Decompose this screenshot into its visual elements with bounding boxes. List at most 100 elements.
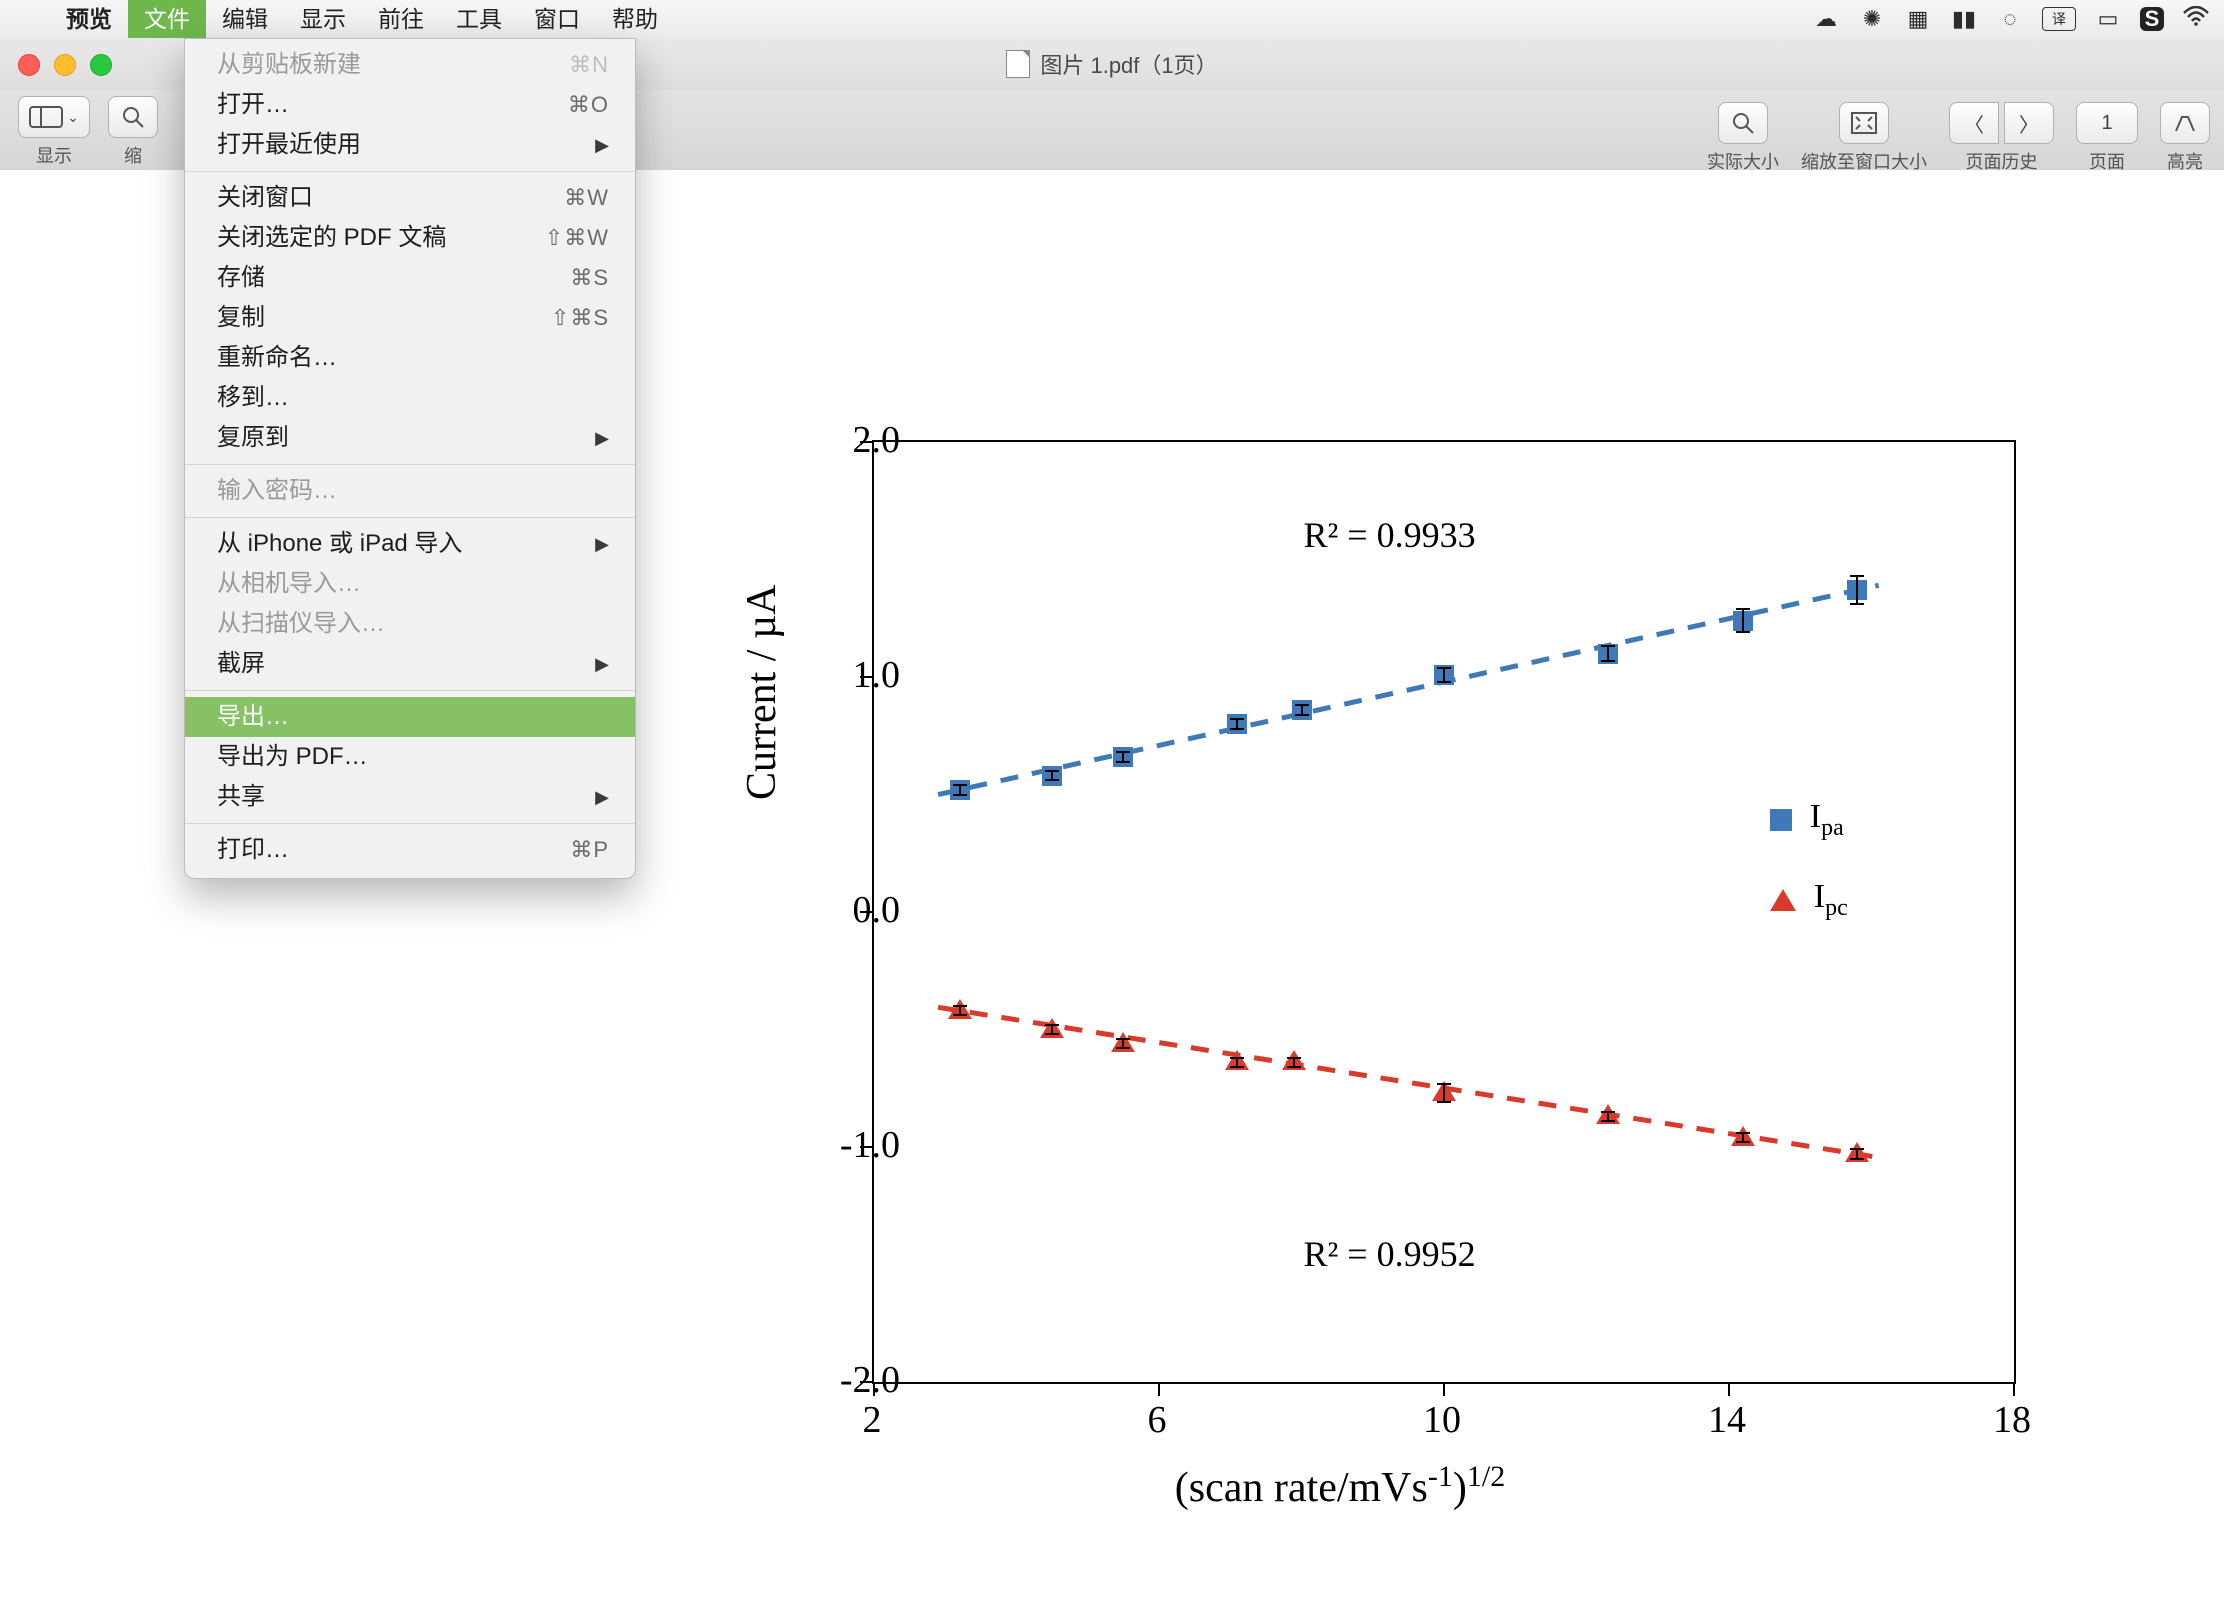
battery-icon[interactable]: ▭	[2094, 6, 2122, 32]
menu-item-label: 存储	[217, 261, 265, 295]
menu-separator	[185, 690, 635, 691]
menu-separator	[185, 517, 635, 518]
menu-item-shortcut: ⌘O	[568, 88, 609, 122]
chart-y-axis-label: Current / µA	[738, 585, 786, 801]
window-title-text: 图片 1.pdf（1页）	[1040, 48, 1217, 80]
chart-error-cap	[1287, 1057, 1301, 1059]
chart-error-cap	[1230, 1066, 1244, 1068]
wechat-icon[interactable]: ✺	[1858, 6, 1886, 32]
wifi-icon[interactable]	[2182, 6, 2210, 32]
file-menu-dropdown: 从剪贴板新建⌘N打开…⌘O打开最近使用▶关闭窗口⌘W关闭选定的 PDF 文稿⇧⌘…	[184, 38, 636, 879]
menu-item[interactable]: 关闭选定的 PDF 文稿⇧⌘W	[185, 218, 635, 258]
menu-item[interactable]: 导出为 PDF…	[185, 737, 635, 777]
chart-error-bar	[1742, 609, 1744, 633]
toolbar-fit-group: 缩放至窗口大小	[1801, 96, 1927, 174]
fit-window-button[interactable]	[1839, 102, 1889, 144]
menu-item-label: 打开最近使用	[217, 128, 361, 162]
toolbar-actual-size-group: 实际大小	[1707, 96, 1779, 174]
menu-item[interactable]: 关闭窗口⌘W	[185, 178, 635, 218]
chart-legend-item: Ipa	[1770, 798, 1844, 842]
sync-icon[interactable]: ◌	[1996, 6, 2024, 32]
chart-error-cap	[1736, 1132, 1750, 1134]
menu-item: 从扫描仪导入…	[185, 604, 635, 644]
menu-item[interactable]: 从 iPhone 或 iPad 导入▶	[185, 524, 635, 564]
menu-item[interactable]: 重新命名…	[185, 338, 635, 378]
page-back-button[interactable]: 〈	[1949, 102, 1999, 144]
menu-item[interactable]: 复原到▶	[185, 418, 635, 458]
chart-legend-label: Ipc	[1814, 878, 1848, 922]
menu-item-label: 从 iPhone 或 iPad 导入	[217, 527, 462, 561]
chart-error-cap	[1230, 1057, 1244, 1059]
menu-item[interactable]: 打开…⌘O	[185, 85, 635, 125]
menu-item[interactable]: 存储⌘S	[185, 258, 635, 298]
menu-item-shortcut: ⌘N	[569, 48, 609, 82]
chart-error-cap	[953, 1005, 967, 1007]
toolbar-highlight-group: 高亮	[2160, 96, 2210, 174]
menu-tools[interactable]: 工具	[440, 0, 518, 38]
menu-go[interactable]: 前往	[362, 0, 440, 38]
s-icon[interactable]: S	[2140, 7, 2164, 31]
chart-error-cap	[953, 784, 967, 786]
menu-edit[interactable]: 编辑	[206, 0, 284, 38]
menu-item: 输入密码…	[185, 471, 635, 511]
chart-error-cap	[1045, 770, 1059, 772]
chart-y-tick-label: 2.0	[780, 418, 900, 462]
chart-error-cap	[1230, 718, 1244, 720]
menu-view[interactable]: 显示	[284, 0, 362, 38]
toolbar-page-group: 1 页面	[2076, 96, 2138, 174]
menu-file[interactable]: 文件	[128, 0, 206, 38]
chart-x-tick	[2013, 1382, 2015, 1396]
toolbar-zoom-group: 缩	[108, 90, 158, 168]
sidebar-toggle-button[interactable]: ⌄	[18, 96, 90, 138]
page-forward-button[interactable]: 〉	[2004, 102, 2054, 144]
menu-item[interactable]: 导出…	[185, 697, 635, 737]
chart-error-cap	[1601, 645, 1615, 647]
chart-error-cap	[1116, 1047, 1130, 1049]
submenu-arrow-icon: ▶	[595, 421, 609, 455]
chart-x-tick	[1443, 1382, 1445, 1396]
toolbar-sidebar-group: ⌄ 显示	[18, 90, 90, 168]
chart-error-cap	[1736, 631, 1750, 633]
chart-error-cap	[1437, 681, 1451, 683]
menu-item-shortcut: ⇧⌘W	[545, 221, 609, 255]
chart-error-cap	[1045, 1033, 1059, 1035]
chart-error-cap	[1116, 751, 1130, 753]
menu-item[interactable]: 截屏▶	[185, 644, 635, 684]
page-number-field[interactable]: 1	[2076, 102, 2138, 144]
highlight-button[interactable]	[2160, 102, 2210, 144]
menu-item[interactable]: 共享▶	[185, 777, 635, 817]
chart-error-cap	[953, 794, 967, 796]
cloud-icon[interactable]: ☁︎	[1812, 6, 1840, 32]
chart-error-cap	[1045, 779, 1059, 781]
menu-item: 从剪贴板新建⌘N	[185, 45, 635, 85]
chart-error-cap	[1601, 1111, 1615, 1113]
menu-item-label: 导出…	[217, 700, 289, 734]
app-name[interactable]: 预览	[50, 0, 128, 38]
toolbar-history-group: 〈 〉 页面历史	[1949, 96, 2054, 174]
chart-error-cap	[1850, 1158, 1864, 1160]
zoom-button[interactable]	[108, 96, 158, 138]
chart-error-cap	[1601, 660, 1615, 662]
grid-icon[interactable]: ▮▮	[1950, 6, 1978, 32]
chart-x-tick-label: 10	[1423, 1398, 1461, 1442]
menu-item[interactable]: 复制⇧⌘S	[185, 298, 635, 338]
menu-item[interactable]: 移到…	[185, 378, 635, 418]
menu-window[interactable]: 窗口	[518, 0, 596, 38]
menu-item-shortcut: ⌘W	[564, 181, 609, 215]
chart-annotation: R² = 0.9933	[1304, 514, 1476, 556]
app-icon[interactable]: ▦	[1904, 6, 1932, 32]
toolbar-sidebar-label: 显示	[36, 142, 72, 168]
menu-help[interactable]: 帮助	[596, 0, 674, 38]
chart-error-cap	[1295, 714, 1309, 716]
chart-error-cap	[1045, 1024, 1059, 1026]
chart-error-cap	[1116, 1038, 1130, 1040]
chart-annotation: R² = 0.9952	[1304, 1233, 1476, 1275]
menu-item[interactable]: 打印…⌘P	[185, 830, 635, 870]
chart-x-tick-label: 18	[1993, 1398, 2031, 1442]
menu-item-label: 截屏	[217, 647, 265, 681]
menu-item-label: 从相机导入…	[217, 567, 361, 601]
input-icon[interactable]: 译	[2042, 7, 2076, 31]
menu-item[interactable]: 打开最近使用▶	[185, 125, 635, 165]
actual-size-button[interactable]	[1718, 102, 1768, 144]
toolbar-zoom-label: 缩	[124, 142, 142, 168]
